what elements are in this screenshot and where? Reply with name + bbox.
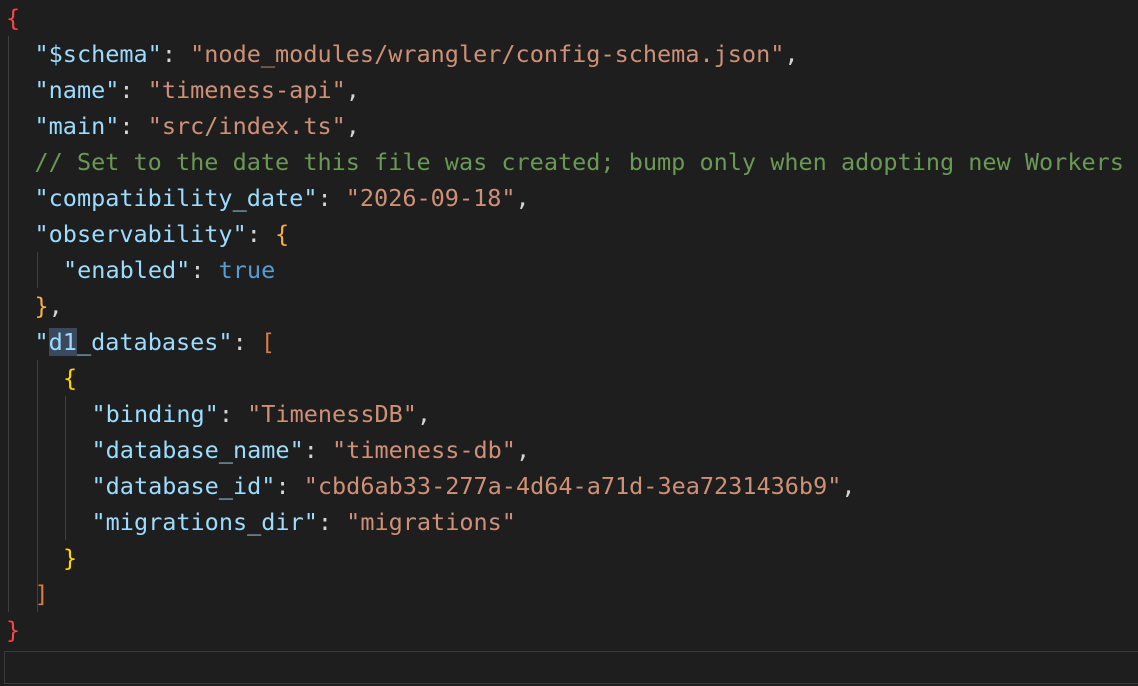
code-token: : <box>190 256 219 284</box>
code-token: , <box>841 472 856 500</box>
code-token: , <box>345 112 360 140</box>
code-line[interactable]: "compatibility_date": "2026-09-18", <box>35 180 1138 216</box>
code-token: } <box>6 616 21 644</box>
code-line[interactable]: "database_id": "cbd6ab33-277a-4d64-a71d-… <box>92 468 1138 504</box>
code-token: "node_modules/wrangler/config-schema.jso… <box>190 40 785 68</box>
code-token: , <box>416 400 432 428</box>
code-line[interactable]: } <box>6 612 1138 648</box>
code-token: : <box>317 184 346 212</box>
code-token: , <box>515 436 531 464</box>
code-token: "main" <box>34 112 120 140</box>
code-line[interactable]: "main": "src/index.ts", <box>35 108 1138 144</box>
code-line[interactable]: { <box>63 360 1138 396</box>
code-line[interactable]: "database_name": "timeness-db", <box>92 432 1138 468</box>
code-token: : <box>161 40 191 68</box>
code-token: : <box>232 328 261 356</box>
code-token: "2026-09-18" <box>345 184 516 212</box>
code-line[interactable]: "binding": "TimenessDB", <box>92 396 1138 432</box>
code-token: true <box>218 256 276 284</box>
code-token: ] <box>34 580 49 608</box>
code-token: { <box>275 220 290 248</box>
code-token: "src/index.ts" <box>147 112 346 140</box>
code-line[interactable]: // Set to the date this file was created… <box>35 144 1138 180</box>
code-token: , <box>515 184 530 212</box>
code-line[interactable]: "migrations_dir": "migrations" <box>92 504 1138 540</box>
code-token: : <box>119 76 148 104</box>
code-line[interactable]: ] <box>35 576 1138 612</box>
code-token: , <box>345 76 360 104</box>
code-token: "database_id" <box>91 472 276 500</box>
code-token: : <box>317 508 347 536</box>
code-token: } <box>63 544 78 572</box>
code-token: "TimenessDB" <box>247 400 417 428</box>
code-token: "migrations_dir" <box>91 508 318 536</box>
indent-guide <box>8 36 9 612</box>
code-token: "observability" <box>34 220 247 248</box>
code-token: "$schema" <box>34 40 162 68</box>
code-token: : <box>218 400 248 428</box>
code-token: d1 <box>48 328 77 356</box>
code-token: "binding" <box>91 400 219 428</box>
code-token: // Set to the date this file was created… <box>34 148 1124 176</box>
code-token: _databases" <box>76 328 233 356</box>
code-token: [ <box>260 328 276 356</box>
code-token: "compatibility_date" <box>34 184 318 212</box>
code-token: { <box>63 364 78 392</box>
code-token: : <box>303 436 333 464</box>
code-token: , <box>48 292 63 320</box>
indent-guide <box>65 396 66 540</box>
code-token: : <box>246 220 276 248</box>
code-token: "migrations" <box>346 508 516 536</box>
code-line[interactable]: { <box>6 0 1138 36</box>
code-token: "enabled" <box>63 256 191 284</box>
code-line[interactable]: "observability": { <box>35 216 1138 252</box>
code-token: , <box>784 40 799 68</box>
editor-bottom-input[interactable] <box>4 651 1138 684</box>
code-token: "database_name" <box>91 436 304 464</box>
code-editor[interactable]: { "$schema": "node_modules/wrangler/confi… <box>0 0 1138 650</box>
indent-guide <box>36 252 38 288</box>
indent-guide <box>36 360 38 612</box>
code-token: "timeness-api" <box>147 76 346 104</box>
code-token: " <box>34 328 49 356</box>
code-line[interactable]: "d1_databases": [ <box>35 324 1138 360</box>
code-token: "timeness-db" <box>332 436 516 464</box>
code-token: } <box>34 292 49 320</box>
code-line[interactable]: "name": "timeness-api", <box>35 72 1138 108</box>
code-token: { <box>6 4 21 32</box>
code-token: "cbd6ab33-277a-4d64-a71d-3ea7231436b9" <box>303 472 842 500</box>
code-token: : <box>275 472 304 500</box>
code-line[interactable]: }, <box>35 288 1138 324</box>
code-token: : <box>119 112 148 140</box>
code-token: "name" <box>34 76 120 104</box>
code-line[interactable]: "$schema": "node_modules/wrangler/config… <box>35 36 1138 72</box>
code-line[interactable]: "enabled": true <box>63 252 1138 288</box>
code-line[interactable]: } <box>63 540 1138 576</box>
